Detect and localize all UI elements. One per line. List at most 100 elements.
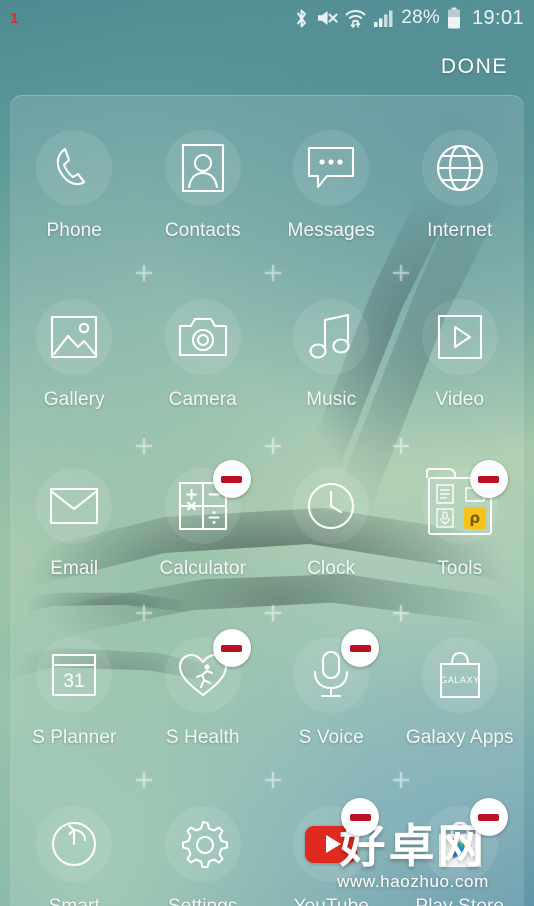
- music-icon: [303, 309, 359, 365]
- minus-icon: [349, 644, 371, 652]
- app-icon-container: [153, 625, 253, 725]
- app-row: Email Calculator Clock ρ Tools: [10, 438, 524, 607]
- app-label: Gallery: [43, 389, 105, 410]
- app-icon-clock[interactable]: Clock: [267, 438, 396, 607]
- drop-target-plus-marker: [393, 605, 409, 621]
- app-icon-tools[interactable]: ρ Tools: [396, 438, 525, 607]
- remove-app-badge[interactable]: [469, 798, 508, 836]
- remove-app-badge[interactable]: [212, 629, 251, 667]
- app-icon-play-store[interactable]: Play Store: [396, 776, 525, 906]
- edit-mode-bar: DONE: [0, 40, 534, 94]
- minus-icon: [349, 813, 371, 821]
- messages-icon: [303, 140, 359, 196]
- app-icon-smart[interactable]: Smart: [10, 776, 139, 906]
- yellow-app-icon: ρ: [463, 507, 486, 529]
- app-icon-container: GALAXY: [410, 625, 510, 725]
- app-icon-container: [410, 287, 510, 387]
- internet-icon: [432, 140, 488, 196]
- mute-icon: [316, 8, 338, 28]
- drop-target-plus-marker: [265, 265, 281, 281]
- app-icon-video[interactable]: Video: [396, 269, 525, 438]
- app-icon-music[interactable]: Music: [267, 269, 396, 438]
- app-icon-container: [24, 456, 124, 556]
- app-label: Phone: [46, 220, 102, 241]
- app-icon-gallery[interactable]: Gallery: [10, 269, 139, 438]
- app-label: Tools: [437, 558, 483, 579]
- app-icon-container: [281, 287, 381, 387]
- app-label: Clock: [307, 558, 356, 579]
- phone-screen: 1 · 28% 19:01 DONE Phone Contacts Messag…: [0, 0, 534, 906]
- drop-target-plus-marker: [136, 265, 152, 281]
- app-label: Video: [435, 389, 485, 410]
- battery-percent-label: 28%: [401, 7, 440, 28]
- gallery-icon: [46, 309, 102, 365]
- memo-icon: [434, 483, 456, 505]
- app-icon-container: [153, 794, 253, 894]
- remove-app-badge[interactable]: [341, 798, 380, 836]
- status-bar-clock: 19:01: [471, 6, 524, 29]
- drop-target-plus-marker: [393, 772, 409, 788]
- app-icon-internet[interactable]: Internet: [396, 100, 525, 269]
- app-label: Galaxy Apps: [405, 727, 514, 748]
- minus-icon: [221, 644, 243, 652]
- drop-target-plus-marker: [265, 438, 281, 454]
- smart-icon: [46, 816, 102, 872]
- app-row: Gallery Camera Music Video: [10, 269, 524, 438]
- drop-target-plus-marker: [393, 438, 409, 454]
- app-icon-container: [153, 287, 253, 387]
- app-icon-container: [24, 287, 124, 387]
- done-button[interactable]: DONE: [441, 55, 508, 79]
- remove-app-badge[interactable]: [212, 460, 251, 498]
- app-icon-settings[interactable]: Settings: [139, 776, 268, 906]
- app-label: Smart: [49, 896, 100, 906]
- app-icon-phone[interactable]: Phone: [10, 100, 139, 269]
- battery-icon: [447, 7, 461, 29]
- app-label: S Planner: [32, 727, 117, 748]
- app-icon-galaxy-apps[interactable]: GALAXY Galaxy Apps: [396, 607, 525, 776]
- s-planner-icon: 31: [46, 647, 102, 703]
- clock-icon: [303, 478, 359, 534]
- minus-icon: [478, 813, 500, 821]
- camera-icon: [175, 309, 231, 365]
- galaxy-apps-icon: GALAXY: [432, 647, 488, 703]
- remove-app-badge[interactable]: [341, 629, 380, 667]
- app-label: Play Store: [415, 896, 504, 906]
- app-row: Phone Contacts Messages Internet: [10, 100, 524, 269]
- app-icon-contacts[interactable]: Contacts: [139, 100, 268, 269]
- email-icon: [46, 478, 102, 534]
- app-icon-container: [24, 118, 124, 218]
- drop-target-plus-marker: [265, 605, 281, 621]
- app-grid: Phone Contacts Messages Internet Gallery Came…: [10, 100, 524, 906]
- notification-dot-icon: ·: [21, 10, 25, 20]
- app-icon-camera[interactable]: Camera: [139, 269, 268, 438]
- app-icon-s-planner[interactable]: 31 S Planner: [10, 607, 139, 776]
- app-icon-container: [153, 456, 253, 556]
- app-icon-container: ρ: [410, 456, 510, 556]
- app-icon-container: [281, 794, 381, 894]
- app-icon-calculator[interactable]: Calculator: [139, 438, 268, 607]
- app-label: S Health: [165, 727, 240, 748]
- voice-recorder-icon: [434, 507, 456, 529]
- remove-app-badge[interactable]: [469, 460, 508, 498]
- drop-target-plus-marker: [393, 265, 409, 281]
- drop-target-plus-marker: [136, 605, 152, 621]
- minus-icon: [478, 475, 500, 483]
- drop-target-plus-marker: [265, 772, 281, 788]
- app-icon-s-health[interactable]: S Health: [139, 607, 268, 776]
- app-label: YouTube: [294, 896, 369, 906]
- drop-target-plus-marker: [136, 438, 152, 454]
- app-icon-youtube[interactable]: YouTube: [267, 776, 396, 906]
- app-label: Music: [306, 389, 357, 410]
- svg-text:31: 31: [64, 671, 85, 692]
- app-label: Calculator: [159, 558, 247, 579]
- app-icon-messages[interactable]: Messages: [267, 100, 396, 269]
- status-bar: 1 · 28% 19:01: [0, 0, 534, 36]
- phone-icon: [46, 140, 102, 196]
- app-icon-s-voice[interactable]: S Voice: [267, 607, 396, 776]
- app-icon-container: [410, 118, 510, 218]
- app-icon-email[interactable]: Email: [10, 438, 139, 607]
- notification-count: 1: [10, 9, 19, 27]
- signal-icon: [373, 9, 394, 28]
- app-label: Contacts: [164, 220, 241, 241]
- app-label: Internet: [427, 220, 493, 241]
